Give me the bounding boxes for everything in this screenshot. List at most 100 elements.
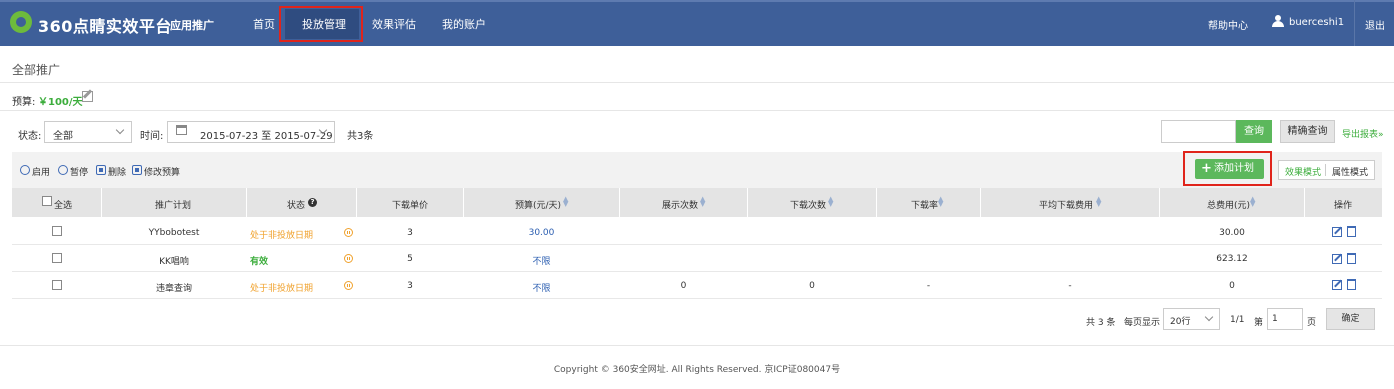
budget-divider xyxy=(0,110,1394,111)
per-page-select[interactable]: 20行 xyxy=(1163,308,1220,330)
status-select-value: 全部 xyxy=(53,131,73,142)
header-select-all: 全选 xyxy=(54,201,73,211)
calendar-icon xyxy=(176,125,187,135)
column-separator xyxy=(876,188,877,217)
sort-icon[interactable]: ▲ ▼ xyxy=(1096,196,1101,208)
header-divider xyxy=(1354,0,1355,46)
plan-name[interactable]: YYbobotest xyxy=(102,228,246,238)
help-center-link[interactable]: 帮助中心 xyxy=(1208,17,1248,32)
row-checkbox[interactable] xyxy=(52,280,62,290)
column-separator xyxy=(101,188,102,217)
enable-button[interactable]: 启用 xyxy=(32,165,50,178)
header-unit-price: 下载单价 xyxy=(392,201,429,211)
status-text: 处于非投放日期 xyxy=(250,284,314,294)
column-separator xyxy=(1159,188,1160,217)
header-status: 状态 xyxy=(287,201,306,211)
total-cost: 30.00 xyxy=(1219,228,1245,238)
header-impressions[interactable]: 展示次数 xyxy=(662,198,698,211)
row-checkbox[interactable] xyxy=(52,226,62,236)
logout-link[interactable]: 退出 xyxy=(1365,17,1385,32)
edit-icon[interactable] xyxy=(1332,280,1342,290)
title-divider xyxy=(0,82,1394,83)
avg-cost: - xyxy=(1068,281,1072,291)
confirm-button[interactable]: 确定 xyxy=(1326,308,1375,330)
column-separator xyxy=(1304,188,1305,217)
toolbar xyxy=(12,152,1382,188)
budget-value[interactable]: 30.00 xyxy=(464,228,619,238)
sort-icon[interactable]: ▲ ▼ xyxy=(938,196,943,208)
sort-icon[interactable]: ▲ ▼ xyxy=(700,196,705,208)
brand-name[interactable]: 360点睛实效平台 xyxy=(38,13,172,37)
status-filter-label: 状态: xyxy=(18,131,42,142)
pause-icon[interactable] xyxy=(344,254,353,263)
plan-name[interactable]: KK唱响 xyxy=(102,254,246,267)
total-cost: 0 xyxy=(1229,281,1235,291)
column-separator xyxy=(747,188,748,217)
pause-icon xyxy=(58,165,68,175)
unit-price: 3 xyxy=(407,228,413,238)
date-range-value: 2015-07-23 至 2015-07-29 xyxy=(200,131,333,142)
nav-home[interactable]: 首页 xyxy=(253,16,275,32)
column-separator xyxy=(463,188,464,217)
header-top-line xyxy=(0,0,1394,2)
page-title: 全部推广 xyxy=(12,63,61,77)
search-input[interactable] xyxy=(1161,120,1236,143)
edit-icon[interactable] xyxy=(1332,254,1342,264)
impressions: 0 xyxy=(680,281,687,291)
sub-brand: 应用推广 xyxy=(170,19,214,32)
top-navigation-bar: 360点睛实效平台 应用推广 首页 投放管理 效果评估 我的账户 帮助中心 bu… xyxy=(0,0,1394,46)
play-icon xyxy=(20,165,30,175)
unit-price: 5 xyxy=(407,254,413,264)
export-report-link[interactable]: 导出报表» xyxy=(1342,127,1384,140)
edit-icon[interactable] xyxy=(1332,227,1342,237)
budget-value: ￥100/天 xyxy=(38,97,83,108)
status-text: 处于非投放日期 xyxy=(250,231,314,241)
edit-budget-icon[interactable] xyxy=(82,91,93,102)
header-download-rate[interactable]: 下载率 xyxy=(911,198,938,211)
per-page-label: 每页显示 xyxy=(1124,318,1161,328)
total-records: 共 3 条 xyxy=(1086,318,1116,328)
page-number-input[interactable]: 1 xyxy=(1267,308,1303,330)
delete-icon[interactable] xyxy=(1347,253,1356,264)
budget-label: 预算: xyxy=(12,97,36,108)
pause-icon[interactable] xyxy=(344,228,353,237)
pause-icon[interactable] xyxy=(344,281,353,290)
header-budget[interactable]: 预算(元/天) xyxy=(515,198,561,211)
edit-budget-button[interactable]: 修改预算 xyxy=(144,165,180,178)
goto-prefix: 第 xyxy=(1254,318,1264,328)
sort-icon[interactable]: ▲ ▼ xyxy=(563,196,568,208)
query-button[interactable]: 查询 xyxy=(1236,120,1272,143)
plan-name[interactable]: 违章查询 xyxy=(102,281,246,294)
budget-value[interactable]: 不限 xyxy=(464,254,619,267)
header-downloads[interactable]: 下载次数 xyxy=(790,198,826,211)
footer-copyright: Copyright © 360安全网址. All Rights Reserved… xyxy=(553,365,841,375)
username-link[interactable]: buerceshi1 xyxy=(1289,17,1344,28)
per-page-value: 20行 xyxy=(1170,317,1191,327)
select-all-checkbox[interactable] xyxy=(42,196,52,206)
mode-separator xyxy=(1325,164,1326,176)
sort-icon[interactable]: ▲ ▼ xyxy=(1250,196,1255,208)
downloads: 0 xyxy=(809,281,815,291)
brand-logo-icon[interactable] xyxy=(10,11,32,33)
effect-mode-tab[interactable]: 效果模式 xyxy=(1285,165,1321,178)
nav-effect-evaluation[interactable]: 效果评估 xyxy=(372,16,416,32)
delete-icon xyxy=(96,165,106,175)
header-avg-cost[interactable]: 平均下载费用 xyxy=(1039,198,1093,211)
attribute-mode-tab[interactable]: 属性模式 xyxy=(1332,165,1368,178)
download-rate: - xyxy=(926,281,931,291)
precise-query-button[interactable]: 精确查询 xyxy=(1280,120,1335,143)
delete-icon[interactable] xyxy=(1347,226,1356,237)
budget-value[interactable]: 不限 xyxy=(464,281,619,294)
row-checkbox[interactable] xyxy=(52,253,62,263)
delete-icon[interactable] xyxy=(1347,279,1356,290)
header-total-cost[interactable]: 总费用(元) xyxy=(1207,198,1250,211)
page-number-value: 1 xyxy=(1272,314,1278,324)
nav-my-account[interactable]: 我的账户 xyxy=(442,16,486,32)
pause-button[interactable]: 暂停 xyxy=(70,165,88,178)
header-plan: 推广计划 xyxy=(155,201,192,211)
sort-icon[interactable]: ▲ ▼ xyxy=(828,196,833,208)
delete-button[interactable]: 删除 xyxy=(108,165,126,178)
column-separator xyxy=(980,188,981,217)
unit-price: 3 xyxy=(407,281,413,291)
help-icon[interactable]: ? xyxy=(308,198,317,207)
